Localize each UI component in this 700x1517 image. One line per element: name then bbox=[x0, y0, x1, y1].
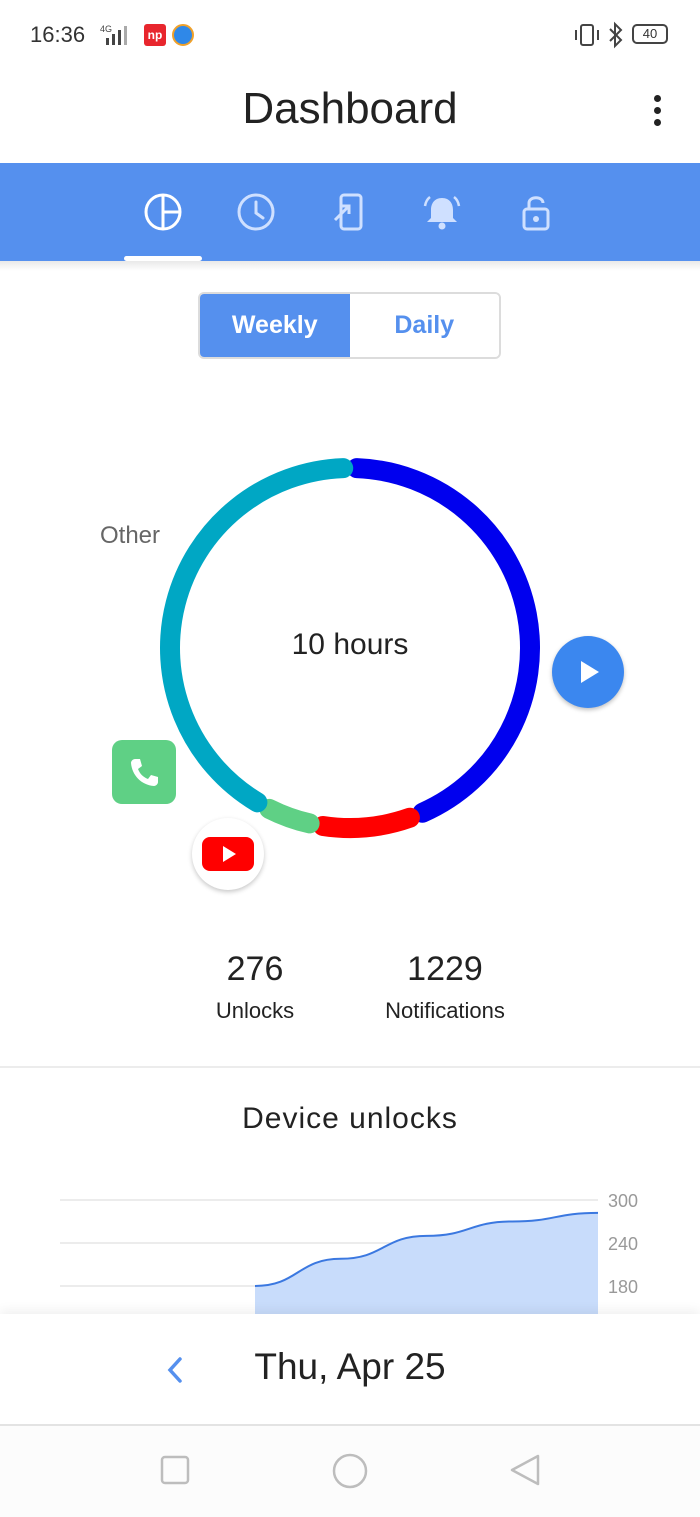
unlocks-area-chart: 300 240 180 bbox=[60, 1191, 638, 1320]
period-toggle: Weekly Daily bbox=[198, 292, 501, 359]
phone-app-icon[interactable] bbox=[112, 740, 176, 804]
lock-icon bbox=[522, 196, 550, 231]
clock-icon bbox=[237, 193, 275, 231]
unlocks-count: 276 bbox=[226, 950, 284, 988]
current-date: Thu, Apr 25 bbox=[254, 1346, 446, 1387]
y-tick-label: 180 bbox=[608, 1277, 638, 1297]
tab-pickups[interactable] bbox=[309, 163, 389, 261]
y-tick-label: 300 bbox=[608, 1191, 638, 1211]
tab-shadow bbox=[0, 261, 700, 271]
y-tick-label: 240 bbox=[608, 1234, 638, 1254]
youtube-app-icon[interactable] bbox=[192, 818, 264, 890]
more-vert-icon[interactable] bbox=[640, 90, 674, 130]
weekly-button[interactable]: Weekly bbox=[200, 294, 350, 357]
divider bbox=[0, 1066, 700, 1068]
play-button[interactable] bbox=[552, 636, 624, 708]
np-app-icon: np bbox=[144, 24, 166, 46]
signal-icon: 4G bbox=[100, 24, 136, 51]
other-label: Other bbox=[100, 522, 161, 549]
total-usage-label: 10 hours bbox=[291, 628, 409, 661]
back-icon[interactable] bbox=[508, 1453, 542, 1487]
phone-icon bbox=[131, 759, 158, 786]
daily-button[interactable]: Daily bbox=[349, 294, 499, 357]
tab-notifications[interactable] bbox=[402, 163, 482, 261]
page-title: Dashboard bbox=[242, 84, 458, 133]
home-icon[interactable] bbox=[331, 1452, 369, 1490]
phone-pickup-icon bbox=[333, 193, 363, 231]
youtube-icon bbox=[202, 837, 254, 871]
circle-app-icon bbox=[172, 24, 194, 46]
donut-segment-youtube[interactable] bbox=[312, 807, 420, 838]
bluetooth-icon bbox=[606, 20, 626, 55]
battery-icon: 40 bbox=[632, 24, 668, 44]
device-unlocks-title: Device unlocks bbox=[242, 1102, 458, 1135]
play-icon bbox=[581, 661, 599, 683]
tab-unlocks[interactable] bbox=[496, 163, 576, 261]
system-nav-bar bbox=[0, 1426, 700, 1517]
bell-icon bbox=[423, 196, 461, 230]
pie-chart-icon bbox=[144, 193, 182, 231]
tab-bar bbox=[0, 163, 700, 261]
network-type: 4G bbox=[100, 24, 112, 34]
status-time: 16:36 bbox=[30, 22, 86, 47]
donut-segment-phone[interactable] bbox=[259, 798, 320, 834]
unlocks-label: Unlocks bbox=[215, 998, 295, 1023]
notifications-count: 1229 bbox=[407, 950, 483, 988]
vibrate-icon bbox=[572, 22, 602, 53]
tab-history[interactable] bbox=[216, 163, 296, 261]
recents-icon[interactable] bbox=[159, 1454, 191, 1486]
tab-overview[interactable] bbox=[123, 163, 203, 261]
notifications-label: Notifications bbox=[385, 998, 505, 1023]
status-bar: 16:36 4G np 40 bbox=[0, 0, 700, 72]
battery-level: 40 bbox=[642, 26, 658, 41]
